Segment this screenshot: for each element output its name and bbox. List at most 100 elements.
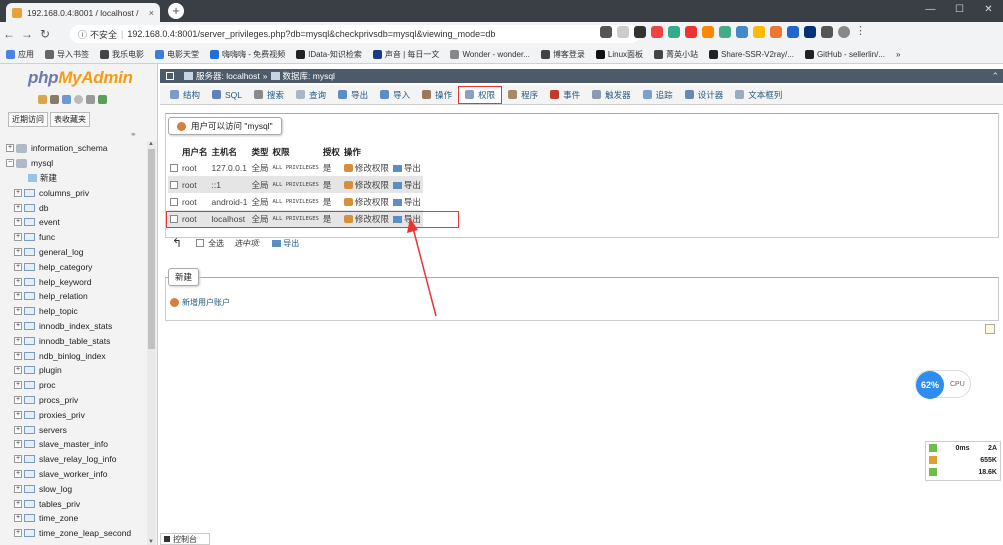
extension-icon[interactable] (787, 26, 799, 38)
collapse-icon[interactable]: ⌃ (991, 71, 999, 82)
tree-item[interactable]: + proc (6, 378, 146, 393)
tree-item[interactable]: + time_zone (6, 511, 146, 526)
key-icon[interactable] (600, 26, 612, 38)
menu-tab-3[interactable]: 查询 (290, 86, 332, 104)
expand-icon[interactable]: + (14, 425, 22, 434)
bookmark-item[interactable]: 博客登录 (540, 49, 585, 60)
add-user-link[interactable]: 新增用户账户 (170, 297, 230, 308)
expand-icon[interactable]: + (14, 410, 22, 419)
tree-item[interactable]: + columns_priv (6, 185, 146, 200)
bookmark-item[interactable]: 菁英小站 (654, 49, 698, 60)
minimize-icon[interactable]: — (916, 0, 945, 22)
tree-item[interactable]: + slave_master_info (6, 437, 146, 452)
edit-privileges-link[interactable]: 修改权限 (341, 176, 391, 193)
menu-tab-1[interactable]: SQL (206, 86, 248, 104)
close-window-icon[interactable]: ✕ (974, 0, 1003, 22)
console-toggle[interactable]: 控制台 (160, 533, 210, 545)
check-all-checkbox[interactable] (196, 239, 205, 247)
tree-item[interactable]: + servers (6, 422, 146, 437)
extension-icon[interactable] (804, 26, 816, 38)
tree-item[interactable]: + slow_log (6, 481, 146, 496)
scroll-thumb[interactable] (148, 149, 155, 349)
expand-icon[interactable]: + (14, 351, 22, 360)
extension-icon[interactable] (685, 26, 697, 38)
expand-icon[interactable]: + (14, 381, 22, 390)
scroll-up-icon[interactable]: ▲ (148, 141, 154, 147)
expand-icon[interactable]: + (14, 247, 22, 256)
row-checkbox[interactable] (170, 164, 178, 173)
expand-icon[interactable]: + (14, 440, 22, 449)
bookmark-item[interactable]: 声音 | 每日一文 (372, 49, 439, 60)
breadcrumb-server[interactable]: 服务器: localhost (196, 70, 260, 82)
extension-icon[interactable] (770, 26, 782, 38)
tree-item[interactable]: + ndb_binlog_index (6, 348, 146, 363)
tree-item[interactable]: + proxies_priv (6, 407, 146, 422)
expand-icon[interactable]: + (14, 469, 22, 478)
toggle-nav-icon[interactable] (166, 72, 174, 80)
tree-item[interactable]: + plugin (6, 363, 146, 378)
menu-tab-5[interactable]: 导入 (374, 86, 416, 104)
browser-tab[interactable]: 192.168.0.4:8001 / localhost / × (6, 3, 160, 22)
bookmark-item[interactable]: Wonder - wonder... (450, 50, 530, 59)
bookmark-item[interactable]: Linux面板 (595, 49, 643, 60)
menu-tab-11[interactable]: 追踪 (637, 86, 679, 104)
tree-item[interactable]: 新建 (6, 171, 146, 186)
tree-item[interactable]: + information_schema (6, 141, 146, 156)
tree-item[interactable]: + innodb_table_stats (6, 333, 146, 348)
menu-tab-8[interactable]: 程序 (502, 86, 544, 104)
tree-item[interactable]: + procs_priv (6, 393, 146, 408)
menu-tab-4[interactable]: 导出 (332, 86, 374, 104)
tree-item[interactable]: + help_topic (6, 304, 146, 319)
expand-icon[interactable]: + (14, 233, 22, 242)
menu-tab-13[interactable]: 文本框列 (729, 86, 788, 104)
info-icon[interactable]: ⓘ (78, 28, 87, 41)
menu-tab-12[interactable]: 设计器 (679, 86, 730, 104)
expand-icon[interactable]: + (14, 321, 22, 330)
extension-icon[interactable] (719, 26, 731, 38)
extension-icon[interactable] (753, 26, 765, 38)
expand-icon[interactable]: + (14, 307, 22, 316)
help-icon[interactable] (74, 95, 83, 104)
bookmark-item[interactable]: GitHub - sellerlin/... (804, 50, 885, 59)
bookmark-item[interactable]: 电影天堂 (155, 49, 199, 60)
maximize-icon[interactable]: ☐ (945, 0, 974, 22)
tree-item[interactable]: + innodb_index_stats (6, 319, 146, 334)
expand-icon[interactable]: + (14, 218, 22, 227)
menu-tab-7[interactable]: 权限 (458, 85, 503, 104)
breadcrumb-db[interactable]: 数据库: mysql (283, 70, 335, 82)
tab-recent[interactable]: 近期访问 (8, 112, 48, 127)
home-icon[interactable] (38, 95, 47, 104)
menu-tab-6[interactable]: 操作 (416, 86, 458, 104)
settings-icon[interactable] (86, 95, 95, 104)
row-checkbox[interactable] (170, 198, 178, 207)
tree-item[interactable]: + func (6, 230, 146, 245)
edit-privileges-link[interactable]: 修改权限 (341, 159, 391, 176)
tree-item[interactable]: + help_keyword (6, 274, 146, 289)
back-icon[interactable]: ← (0, 27, 18, 41)
expand-icon[interactable]: + (14, 203, 22, 212)
reload-nav-icon[interactable] (98, 95, 107, 104)
extension-icon[interactable] (668, 26, 680, 38)
scroll-down-icon[interactable]: ▼ (148, 539, 154, 545)
link-icon[interactable]: ⚭ (130, 130, 137, 139)
sql-query-icon[interactable] (62, 95, 71, 104)
expand-icon[interactable]: + (6, 144, 14, 153)
expand-icon[interactable]: + (14, 499, 22, 508)
tab-close-icon[interactable]: × (149, 8, 154, 18)
extension-icon[interactable] (702, 26, 714, 38)
profile-avatar[interactable] (838, 26, 850, 38)
bookmark-item[interactable]: IData-知识检索 (296, 49, 362, 60)
expand-icon[interactable]: + (14, 262, 22, 271)
extension-icon[interactable] (736, 26, 748, 38)
export-link[interactable]: 导出 (390, 176, 423, 193)
menu-tab-9[interactable]: 事件 (544, 86, 586, 104)
bookmarks-more[interactable]: » (896, 50, 900, 59)
menu-tab-10[interactable]: 触发器 (586, 86, 637, 104)
export-selected-button[interactable]: 导出 (272, 238, 299, 249)
nav-scrollbar[interactable]: ▲ ▼ (147, 141, 156, 545)
extension-icon[interactable] (651, 26, 663, 38)
logout-icon[interactable] (50, 95, 59, 104)
extension-icon[interactable] (634, 26, 646, 38)
export-link[interactable]: 导出 (390, 193, 423, 210)
menu-dots-icon[interactable]: ⋮ (855, 26, 867, 38)
